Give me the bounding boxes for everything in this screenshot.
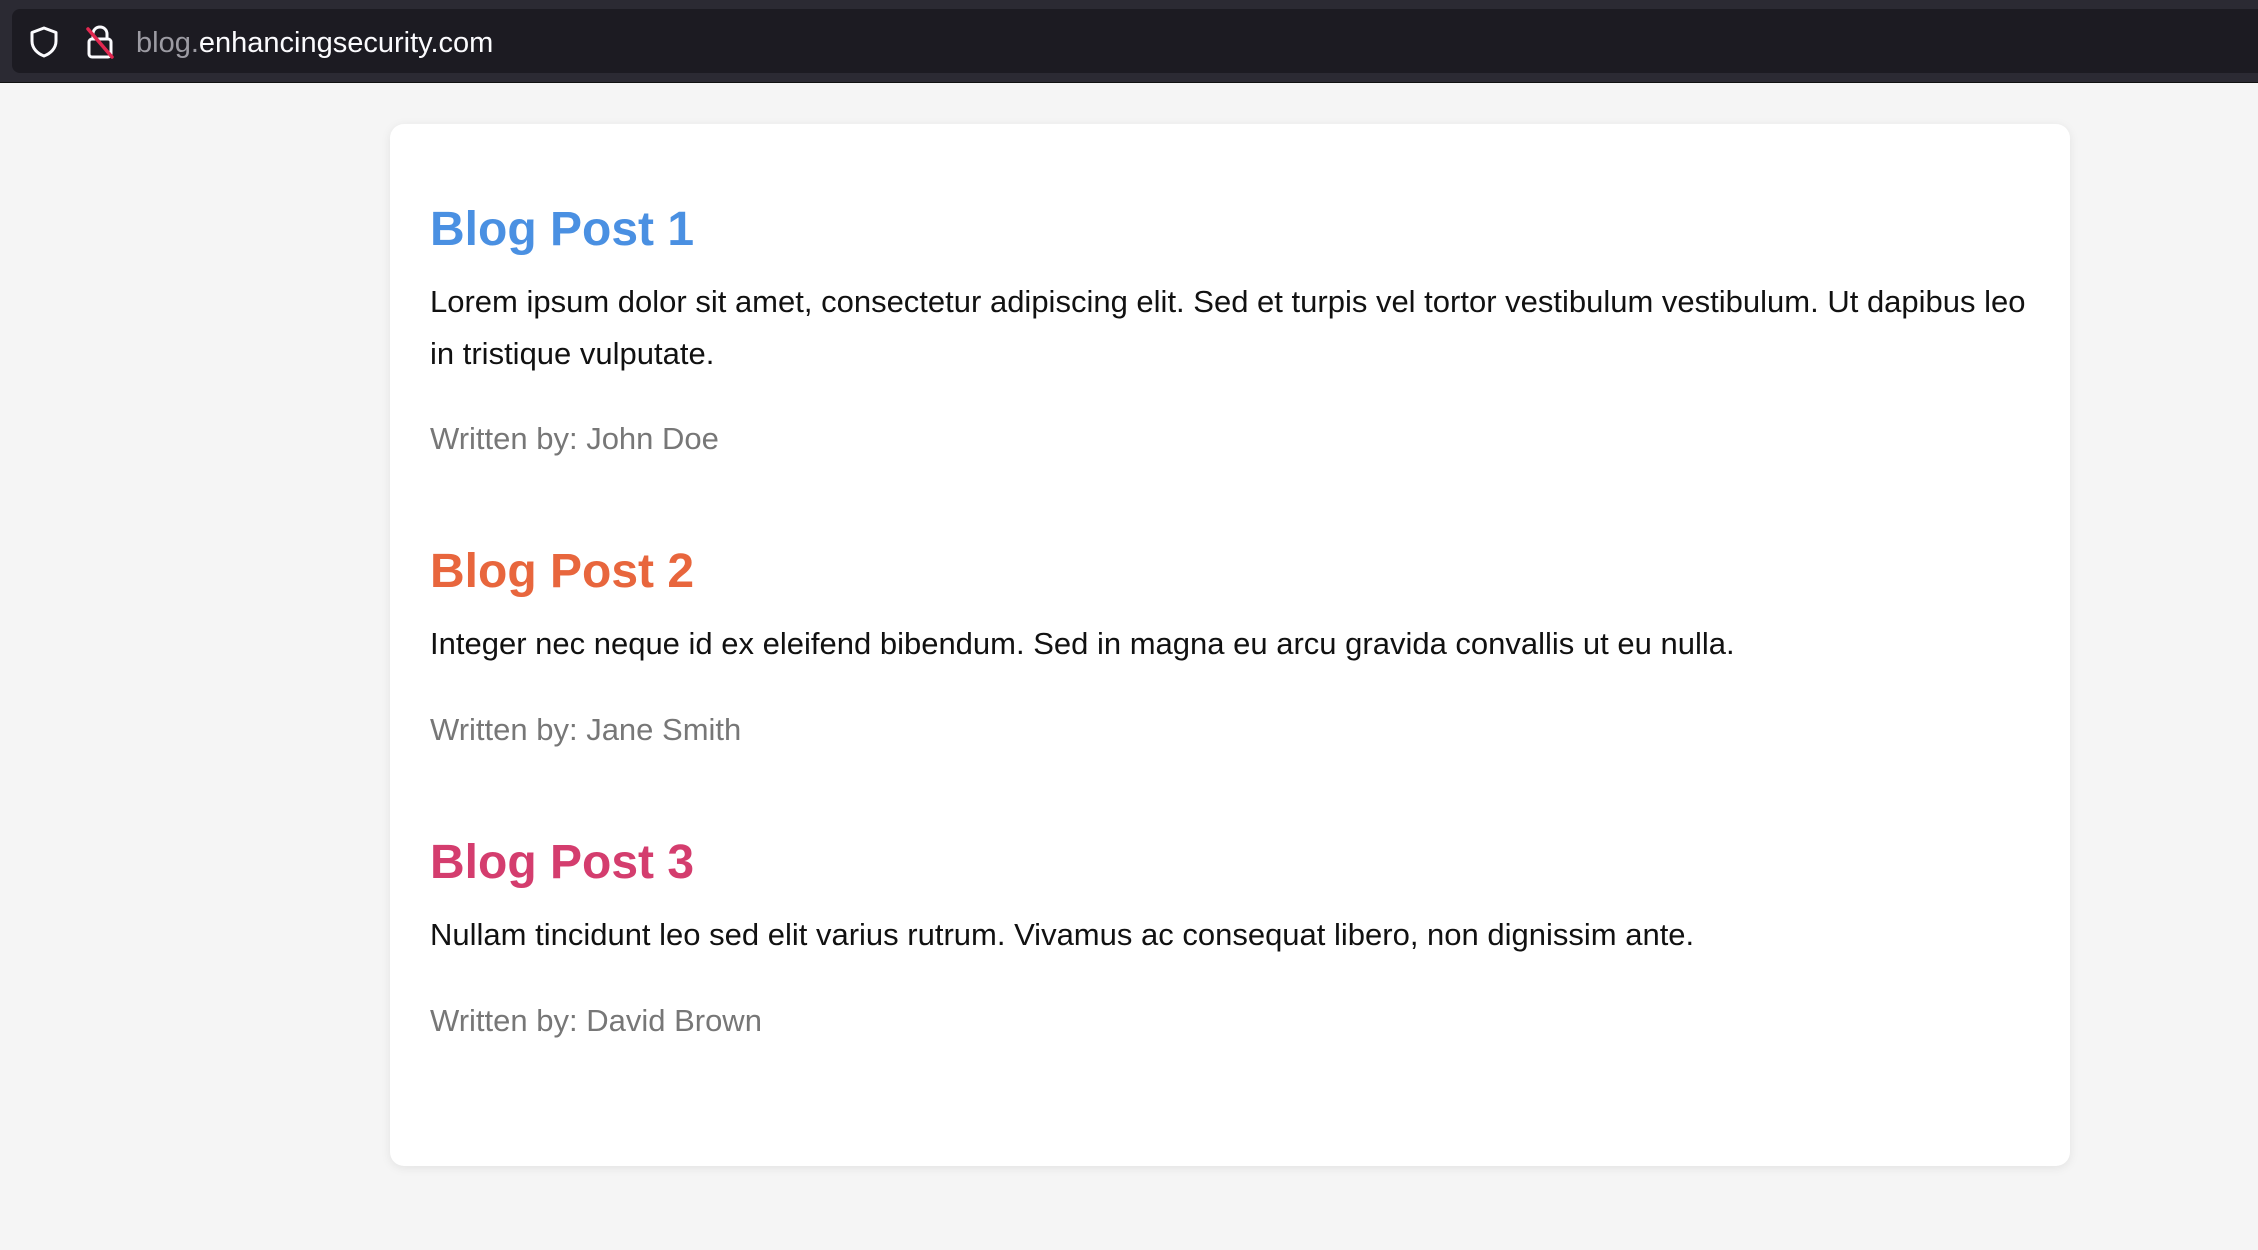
url-text[interactable]: blog.enhancingsecurity.com [136, 24, 493, 62]
insecure-lock-icon[interactable] [84, 24, 116, 60]
url-subdomain: blog. [136, 27, 199, 59]
blog-post: Blog Post 2 Integer nec neque id ex elei… [430, 544, 2040, 747]
post-title: Blog Post 3 [430, 836, 695, 889]
blog-post: Blog Post 1 Lorem ipsum dolor sit amet, … [430, 202, 2040, 456]
post-author: Written by: David Brown [430, 1003, 762, 1038]
shield-icon[interactable] [28, 25, 60, 59]
post-body: Lorem ipsum dolor sit amet, consectetur … [430, 284, 2026, 371]
url-domain: enhancingsecurity.com [198, 27, 494, 59]
post-body: Integer nec neque id ex eleifend bibendu… [430, 626, 1735, 661]
post-title: Blog Post 1 [430, 203, 695, 256]
blog-post: Blog Post 3 Nullam tincidunt leo sed eli… [430, 835, 2040, 1038]
post-title: Blog Post 2 [430, 545, 695, 598]
browser-toolbar: blog.enhancingsecurity.com [0, 0, 2258, 83]
post-author: Written by: Jane Smith [430, 712, 742, 747]
post-body: Nullam tincidunt leo sed elit varius rut… [430, 917, 1695, 952]
post-author: Written by: John Doe [430, 421, 719, 456]
blog-card: Blog Post 1 Lorem ipsum dolor sit amet, … [390, 124, 2070, 1166]
